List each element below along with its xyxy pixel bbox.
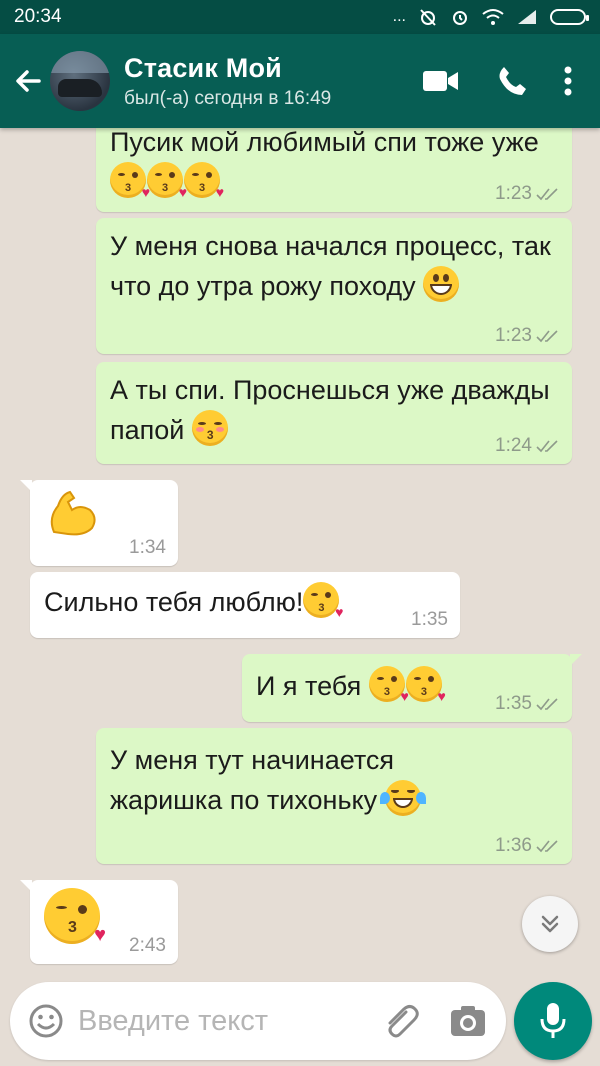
message-text: У меня снова начался процесс, так что до…	[110, 231, 551, 302]
double-check-icon	[536, 440, 558, 453]
contact-info[interactable]: Стасик Мой был(-а) сегодня в 16:49	[124, 53, 422, 110]
contact-name: Стасик Мой	[124, 52, 282, 83]
attach-button[interactable]	[382, 1001, 422, 1041]
voice-record-button[interactable]	[514, 982, 592, 1060]
paperclip-icon	[388, 1005, 419, 1038]
kissing-heart-emoji-icon: 3 ♥	[44, 888, 106, 945]
message-incoming[interactable]: 1:34	[20, 480, 178, 566]
message-outgoing[interactable]: У меня снова начался процесс, так что до…	[96, 218, 572, 354]
last-seen: был(-а) сегодня в 16:49	[124, 87, 332, 109]
signal-icon	[518, 10, 536, 24]
status-bar: 20:34 ...	[0, 0, 600, 34]
back-button[interactable]	[8, 66, 48, 96]
more-vert-icon[interactable]	[564, 66, 572, 96]
kissing-heart-emoji-icon: 3 ♥	[110, 162, 150, 199]
microphone-icon	[540, 1003, 566, 1038]
message-composer: Введите текст	[10, 982, 506, 1060]
header-actions	[422, 65, 572, 97]
double-check-icon	[536, 330, 558, 343]
message-time: 2:43	[129, 935, 166, 956]
double-chevron-down-icon	[541, 915, 559, 933]
more-dots-icon: ...	[392, 8, 406, 25]
message-meta: 1:34	[129, 538, 166, 558]
battery-icon	[550, 9, 589, 25]
bubble-tail	[20, 880, 32, 892]
message-text: У меня тут начинается жаришка по тихоньк…	[110, 740, 558, 820]
bubble-tail	[20, 480, 32, 492]
message-outgoing[interactable]: И я тебя 3 ♥ 3 ♥ 1:35	[242, 654, 582, 722]
message-outgoing[interactable]: У меня тут начинается жаришка по тихоньк…	[96, 728, 572, 864]
message-list[interactable]: Пусик мой любимый спи тоже уже 3 ♥ 3 ♥ 3 ♥ 1:2…	[0, 128, 600, 982]
message-time: 1:36	[495, 835, 532, 856]
message-meta: 1:24	[495, 436, 560, 456]
kissing-blush-emoji-icon: 3	[191, 410, 228, 446]
tears-of-joy-emoji-icon	[379, 780, 421, 816]
message-time: 1:35	[411, 609, 448, 630]
double-check-icon	[536, 188, 558, 201]
camera-button[interactable]	[450, 1005, 486, 1037]
arrow-back-icon	[16, 70, 41, 92]
double-check-icon	[536, 698, 558, 711]
kissing-heart-emoji-icon: 3 ♥	[303, 582, 343, 619]
phone-icon[interactable]	[496, 65, 528, 97]
message-time: 1:23	[495, 183, 532, 204]
kissing-heart-emoji-icon: 3 ♥	[184, 162, 224, 199]
alarm-icon	[453, 11, 467, 25]
message-meta: 1:23	[495, 326, 560, 346]
scroll-to-bottom-button[interactable]	[522, 896, 578, 952]
message-outgoing[interactable]: Пусик мой любимый спи тоже уже 3 ♥ 3 ♥ 3 ♥ 1:2…	[96, 128, 572, 212]
wifi-icon	[482, 9, 504, 25]
flexed-biceps-emoji-icon	[44, 488, 100, 538]
message-meta: 1:35	[411, 610, 448, 630]
alarm-off-icon	[420, 9, 436, 26]
chat-header: Стасик Мой был(-а) сегодня в 16:49	[0, 34, 600, 128]
message-time: 1:23	[495, 325, 532, 346]
message-time: 1:34	[129, 537, 166, 558]
message-incoming[interactable]: Сильно тебя люблю! 3 ♥ 1:35	[30, 572, 460, 638]
smiley-icon	[29, 1004, 63, 1038]
message-meta: 1:36	[495, 836, 560, 856]
message-input[interactable]: Введите текст	[78, 1005, 382, 1038]
message-incoming[interactable]: 3 ♥ 2:43	[20, 880, 178, 964]
camera-icon	[451, 1006, 485, 1036]
message-time: 1:35	[495, 693, 532, 714]
double-check-icon	[536, 840, 558, 853]
kissing-heart-emoji-icon: 3 ♥	[147, 162, 187, 199]
status-icons: ...	[392, 7, 589, 27]
message-outgoing[interactable]: А ты спи. Проснешься уже дважды папой 3 …	[96, 362, 572, 464]
message-text: А ты спи. Проснешься уже дважды папой 3	[110, 375, 550, 446]
message-meta: 1:23	[495, 184, 560, 204]
message-text: Пусик мой любимый спи тоже уже 3 ♥ 3 ♥ 3 ♥	[110, 128, 539, 200]
emoji-button[interactable]	[28, 1003, 64, 1039]
grinning-emoji-icon	[423, 266, 460, 302]
video-call-icon[interactable]	[422, 68, 460, 94]
kissing-heart-emoji-icon: 3 ♥	[405, 666, 446, 703]
clock: 20:34	[14, 6, 62, 27]
message-time: 1:24	[495, 435, 532, 456]
kissing-heart-emoji-icon: 3 ♥	[368, 666, 409, 703]
avatar[interactable]	[50, 51, 110, 111]
message-meta: 1:35	[495, 694, 560, 714]
message-text: Сильно тебя люблю! 3 ♥	[44, 582, 446, 622]
message-meta: 2:43	[129, 936, 166, 956]
bubble-tail	[570, 654, 582, 666]
